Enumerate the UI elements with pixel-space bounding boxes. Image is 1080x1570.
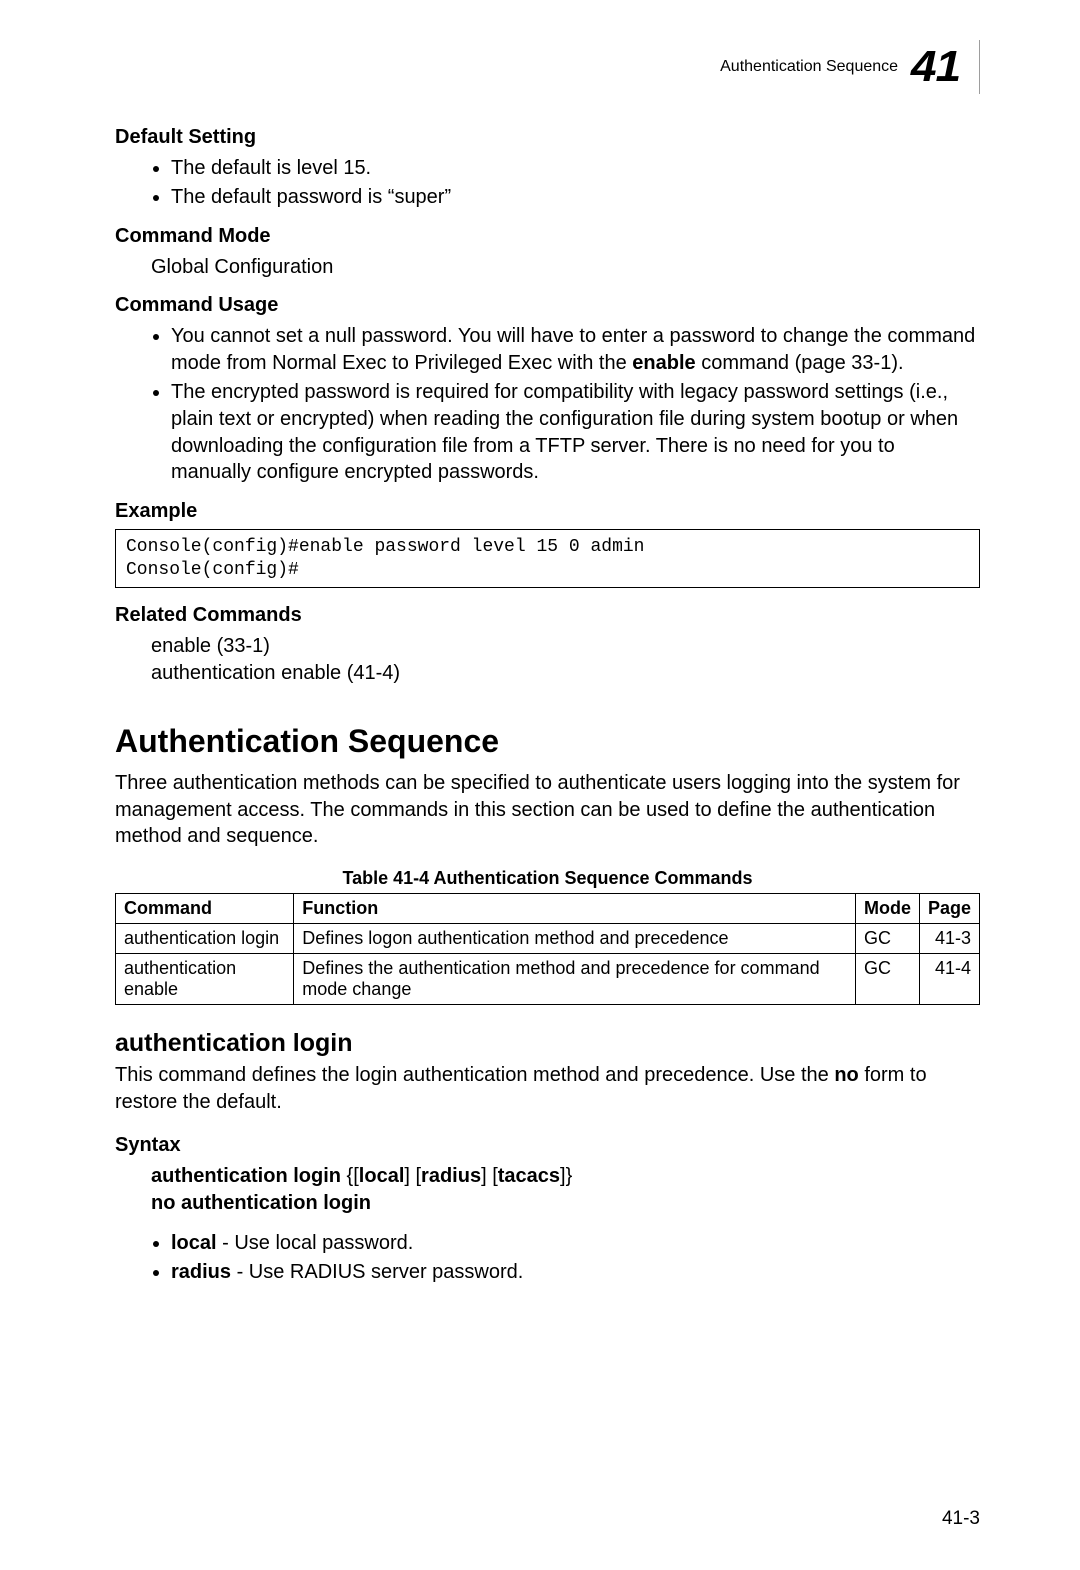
- th: Function: [294, 894, 856, 924]
- header-title: Authentication Sequence: [720, 58, 898, 76]
- th: Command: [116, 894, 294, 924]
- td: Defines the authentication method and pr…: [294, 954, 856, 1005]
- text: command (page 33-1).: [696, 352, 904, 374]
- text: - Use local password.: [217, 1232, 414, 1254]
- text: ] [: [481, 1165, 498, 1187]
- code-example: Console(config)#enable password level 15…: [115, 529, 980, 588]
- page-number: 41-3: [942, 1508, 980, 1530]
- td: 41-3: [919, 924, 979, 954]
- command-title: authentication login: [115, 1029, 980, 1058]
- list-item: radius - Use RADIUS server password.: [171, 1259, 980, 1286]
- text-bold: no authentication login: [151, 1192, 371, 1214]
- syntax-options-list: local - Use local password. radius - Use…: [115, 1230, 980, 1286]
- command-description: This command defines the login authentic…: [115, 1062, 980, 1116]
- table-caption: Table 41-4 Authentication Sequence Comma…: [115, 868, 980, 889]
- list-item: The default password is “super”: [171, 184, 980, 211]
- related-commands-text: enable (33-1) authentication enable (41-…: [151, 633, 980, 687]
- list-item: The encrypted password is required for c…: [171, 379, 980, 486]
- heading-syntax: Syntax: [115, 1134, 980, 1157]
- page: Authentication Sequence 41 Default Setti…: [0, 0, 1080, 1340]
- text: This command defines the login authentic…: [115, 1064, 834, 1086]
- table-header-row: Command Function Mode Page: [116, 894, 980, 924]
- commands-table: Command Function Mode Page authenticatio…: [115, 893, 980, 1005]
- td: 41-4: [919, 954, 979, 1005]
- default-setting-list: The default is level 15. The default pas…: [115, 155, 980, 211]
- th: Page: [919, 894, 979, 924]
- text-bold: authentication login: [151, 1165, 341, 1187]
- heading-default-setting: Default Setting: [115, 126, 980, 149]
- heading-command-usage: Command Usage: [115, 294, 980, 317]
- list-item: You cannot set a null password. You will…: [171, 323, 980, 377]
- td: Defines logon authentication method and …: [294, 924, 856, 954]
- syntax-block: authentication login {[local] [radius] […: [151, 1163, 980, 1218]
- text: ] [: [404, 1165, 421, 1187]
- section-title: Authentication Sequence: [115, 723, 980, 760]
- heading-command-mode: Command Mode: [115, 225, 980, 248]
- td: authentication enable: [116, 954, 294, 1005]
- text: ]}: [560, 1165, 572, 1187]
- text-bold: radius: [171, 1261, 231, 1283]
- text-bold: tacacs: [498, 1165, 560, 1187]
- td: GC: [855, 924, 919, 954]
- header-divider: [979, 40, 980, 94]
- text-bold: no: [834, 1064, 858, 1086]
- table-row: authentication enable Defines the authen…: [116, 954, 980, 1005]
- section-paragraph: Three authentication methods can be spec…: [115, 770, 980, 850]
- list-item: local - Use local password.: [171, 1230, 980, 1257]
- text: - Use RADIUS server password.: [231, 1261, 523, 1283]
- list-item: The default is level 15.: [171, 155, 980, 182]
- table-row: authentication login Defines logon authe…: [116, 924, 980, 954]
- chapter-number: 41: [911, 42, 960, 92]
- heading-example: Example: [115, 500, 980, 523]
- text-bold: enable: [632, 352, 695, 374]
- heading-related-commands: Related Commands: [115, 604, 980, 627]
- text: enable (33-1): [151, 635, 270, 657]
- page-header: Authentication Sequence 41: [115, 40, 980, 94]
- td: authentication login: [116, 924, 294, 954]
- th: Mode: [855, 894, 919, 924]
- command-mode-text: Global Configuration: [151, 254, 980, 281]
- text: authentication enable (41-4): [151, 662, 400, 684]
- text-bold: local: [171, 1232, 217, 1254]
- td: GC: [855, 954, 919, 1005]
- command-usage-list: You cannot set a null password. You will…: [115, 323, 980, 486]
- text-bold: radius: [421, 1165, 481, 1187]
- text: {[: [341, 1165, 359, 1187]
- text-bold: local: [359, 1165, 405, 1187]
